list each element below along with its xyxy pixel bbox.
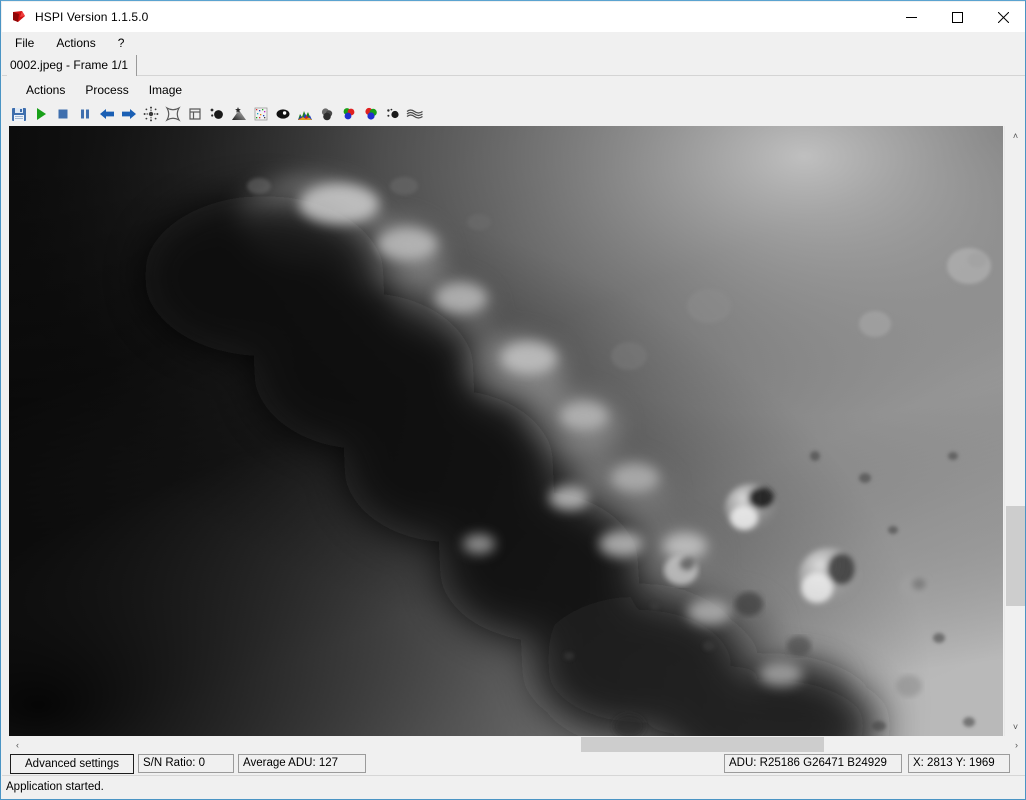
inner-menu-actions[interactable]: Actions	[16, 80, 75, 100]
scroll-up-button[interactable]: ˄	[1005, 126, 1025, 145]
hot-pixel-button[interactable]	[206, 103, 228, 125]
average-adu-field: Average ADU: 127	[238, 754, 366, 773]
moon-render	[9, 126, 1003, 736]
status-bar: Application started.	[2, 775, 1025, 799]
bias-frame-icon	[189, 108, 201, 120]
scroll-down-button[interactable]: ˅	[1005, 717, 1025, 736]
vertical-scroll-thumb[interactable]	[1006, 506, 1025, 606]
application-window: HSPI Version 1.1.5.0 File Actions ? 0002…	[0, 0, 1026, 800]
arrow-right-icon	[122, 109, 136, 119]
despeckle-button[interactable]	[382, 103, 404, 125]
blur-button[interactable]	[316, 103, 338, 125]
cursor-coordinates-field: X: 2813 Y: 1969	[908, 754, 1010, 773]
vertical-scrollbar[interactable]: ˄ ˅	[1004, 126, 1025, 736]
image-viewport[interactable]	[9, 126, 1003, 736]
previous-frame-button[interactable]	[96, 103, 118, 125]
close-button[interactable]	[980, 2, 1025, 32]
scroll-left-button[interactable]: ‹	[9, 736, 26, 753]
window-title: HSPI Version 1.1.5.0	[35, 10, 149, 24]
pause-button[interactable]	[74, 103, 96, 125]
histogram-icon	[298, 111, 312, 120]
save-icon	[12, 108, 26, 121]
main-menu-bar: File Actions ?	[2, 32, 1025, 54]
hot-pixel-icon	[210, 108, 223, 119]
gradient-remove-icon	[232, 107, 246, 120]
rgb-balance-button[interactable]	[360, 103, 382, 125]
menu-help[interactable]: ?	[109, 33, 134, 53]
play-button[interactable]	[30, 103, 52, 125]
despeckle-icon	[387, 108, 399, 119]
pause-icon	[81, 109, 89, 119]
noise-reduce-icon	[254, 107, 268, 121]
dark-frame-icon	[143, 106, 159, 122]
status-message: Application started.	[6, 781, 104, 793]
toolbar	[2, 102, 1025, 126]
wavelet-button[interactable]	[404, 103, 426, 125]
gradient-remove-button[interactable]	[228, 103, 250, 125]
save-button[interactable]	[8, 103, 30, 125]
contrast-button[interactable]	[272, 103, 294, 125]
dark-frame-button[interactable]	[140, 103, 162, 125]
child-menu-bar: Actions Process Image	[2, 78, 1025, 102]
maximize-button[interactable]	[934, 2, 980, 32]
menu-actions[interactable]: Actions	[47, 33, 104, 53]
histogram-button[interactable]	[294, 103, 316, 125]
stop-icon	[58, 109, 68, 119]
window-controls	[888, 2, 1025, 32]
bias-frame-button[interactable]	[184, 103, 206, 125]
title-bar: HSPI Version 1.1.5.0	[2, 2, 1025, 32]
flat-field-button[interactable]	[162, 103, 184, 125]
contrast-icon	[276, 109, 290, 119]
sn-ratio-field: S/N Ratio: 0	[138, 754, 234, 773]
next-frame-button[interactable]	[118, 103, 140, 125]
stop-button[interactable]	[52, 103, 74, 125]
inner-menu-image[interactable]: Image	[139, 80, 192, 100]
rgb-balance-icon	[365, 107, 377, 120]
flat-field-icon	[165, 106, 181, 122]
arrow-left-icon	[100, 109, 114, 119]
play-icon	[37, 108, 46, 120]
blur-icon	[321, 108, 333, 121]
advanced-settings-button[interactable]: Advanced settings	[10, 754, 134, 774]
wavelet-icon	[406, 109, 423, 119]
noise-reduce-button[interactable]	[250, 103, 272, 125]
rgb-align-icon	[343, 108, 355, 120]
rgb-align-button[interactable]	[338, 103, 360, 125]
minimize-button[interactable]	[888, 2, 934, 32]
measurement-panel: Advanced settings S/N Ratio: 0 Average A…	[2, 753, 1025, 775]
document-tab-strip: 0002.jpeg - Frame 1/1	[2, 54, 1025, 76]
menu-file[interactable]: File	[6, 33, 43, 53]
scroll-right-button[interactable]: ›	[1008, 736, 1025, 753]
horizontal-scroll-thumb[interactable]	[581, 737, 824, 752]
inner-menu-process[interactable]: Process	[75, 80, 138, 100]
hspi-app-icon	[11, 9, 27, 25]
horizontal-scrollbar[interactable]: ‹ ›	[9, 736, 1025, 753]
tab-0002-jpeg[interactable]: 0002.jpeg - Frame 1/1	[7, 55, 138, 76]
adu-rgb-field: ADU: R25186 G26471 B24929	[724, 754, 902, 773]
moon-terminator-grayscale-image	[9, 126, 1003, 736]
